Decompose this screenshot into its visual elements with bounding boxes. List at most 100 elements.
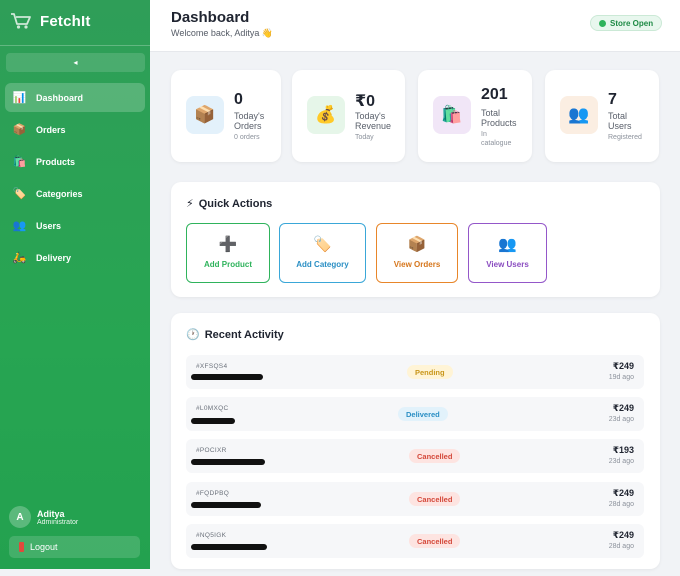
quick-actions-card: ⚡ Quick Actions ➕ Add Product 🏷️ Add Cat… xyxy=(171,182,660,297)
sidebar-item-label: Products xyxy=(36,156,76,167)
stat-label: Today's Orders xyxy=(234,111,265,131)
user-role: Administrator xyxy=(37,518,79,526)
sidebar-item-label: Orders xyxy=(36,124,66,135)
sidebar-item-label: Categories xyxy=(36,188,83,199)
user-name: Aditya xyxy=(37,508,65,519)
lightning-icon: ⚡ xyxy=(186,198,194,210)
sidebar-item-label: Dashboard xyxy=(36,92,84,103)
sidebar-item-users[interactable]: 👥 Users xyxy=(5,211,145,240)
chart-icon: 📊 xyxy=(12,92,27,104)
view-orders-button[interactable]: 📦 View Orders xyxy=(376,223,458,283)
order-id: #NQ5IGK xyxy=(196,532,227,539)
logout-label: Logout xyxy=(30,542,58,552)
sidebar-item-dashboard[interactable]: 📊 Dashboard xyxy=(5,83,145,112)
recent-activity-title: Recent Activity xyxy=(204,328,284,341)
box-icon: 📦 xyxy=(407,236,427,253)
table-row[interactable]: #FQDPBQ Cancelled ₹249 28d ago xyxy=(186,482,644,516)
recent-activity-card: 🕐 Recent Activity #XFSQS4 Pending ₹249 1… xyxy=(171,313,660,569)
shopping-bags-icon: 🛍️ xyxy=(433,96,471,134)
redaction-mark xyxy=(191,418,235,424)
redaction-mark xyxy=(191,502,261,508)
sidebar-divider xyxy=(0,45,150,46)
sidebar-item-label: Delivery xyxy=(36,252,72,263)
add-category-button[interactable]: 🏷️ Add Category xyxy=(279,223,366,283)
scooter-icon: 🛵 xyxy=(12,252,27,264)
status-badge: Cancelled xyxy=(409,492,461,506)
users-icon: 👥 xyxy=(12,220,27,232)
tag-icon: 🏷️ xyxy=(12,188,27,200)
quick-action-label: Add Category xyxy=(296,260,349,269)
order-id: #FQDPBQ xyxy=(196,490,230,497)
logout-button[interactable]: Logout xyxy=(9,536,140,558)
stat-note: 0 orders xyxy=(234,134,260,141)
stat-card-today-orders: 📦 0 Today's Orders 0 orders xyxy=(171,70,281,162)
cart-icon xyxy=(11,13,31,29)
stat-note: Today xyxy=(355,134,374,141)
brand[interactable]: FetchIt xyxy=(0,0,150,42)
brand-name: FetchIt xyxy=(40,12,91,30)
stat-note: Registered xyxy=(608,134,642,141)
stat-label: Total Products xyxy=(481,108,517,128)
user-profile: A Aditya Administrator xyxy=(9,506,78,528)
shopping-bags-icon: 🛍️ xyxy=(12,156,27,168)
order-amount: ₹249 xyxy=(612,488,634,498)
header: Dashboard Welcome back, Aditya 👋 Store O… xyxy=(150,0,680,52)
stat-label: Total Users xyxy=(608,111,632,131)
quick-actions-title: Quick Actions xyxy=(198,197,273,210)
order-time: 28d ago xyxy=(608,501,634,508)
order-time: 28d ago xyxy=(608,543,634,550)
page-title: Dashboard xyxy=(171,9,250,26)
sidebar-item-label: Users xyxy=(36,220,62,231)
sidebar-item-orders[interactable]: 📦 Orders xyxy=(5,115,145,144)
status-badge: Cancelled xyxy=(409,449,461,463)
stat-value: 201 xyxy=(481,86,508,103)
table-row[interactable]: #L0MXQC Delivered ₹249 23d ago xyxy=(186,397,644,431)
door-icon xyxy=(19,542,24,552)
order-time: 23d ago xyxy=(608,416,634,423)
tag-icon: 🏷️ xyxy=(313,236,332,253)
plus-icon: ➕ xyxy=(218,236,238,253)
order-amount: ₹249 xyxy=(612,361,634,371)
quick-action-label: View Orders xyxy=(393,260,441,269)
users-icon: 👥 xyxy=(560,96,598,134)
clock-icon: 🕐 xyxy=(186,329,200,341)
avatar: A xyxy=(9,506,31,528)
status-dot-icon xyxy=(599,19,606,27)
status-badge: Pending xyxy=(407,365,453,379)
money-bag-icon: 💰 xyxy=(307,96,345,134)
box-icon: 📦 xyxy=(12,124,27,136)
redaction-mark xyxy=(191,544,267,550)
section-title: 🕐 Recent Activity xyxy=(186,328,284,342)
stat-card-today-revenue: 💰 ₹0 Today's Revenue Today xyxy=(292,70,405,162)
welcome-text: Welcome back, Aditya 👋 xyxy=(171,28,274,38)
order-id: #XFSQS4 xyxy=(196,363,228,370)
users-icon: 👥 xyxy=(498,236,517,253)
table-row[interactable]: #XFSQS4 Pending ₹249 19d ago xyxy=(186,355,644,389)
sidebar: FetchIt ◂ 📊 Dashboard 📦 Orders 🛍️ Produc… xyxy=(0,0,150,569)
quick-action-label: View Users xyxy=(486,260,529,269)
sidebar-item-products[interactable]: 🛍️ Products xyxy=(5,147,145,176)
order-amount: ₹249 xyxy=(612,403,634,413)
store-status-badge[interactable]: Store Open xyxy=(590,15,663,31)
sidebar-item-delivery[interactable]: 🛵 Delivery xyxy=(5,243,145,272)
add-product-button[interactable]: ➕ Add Product xyxy=(186,223,270,283)
collapse-sidebar-button[interactable]: ◂ xyxy=(6,53,145,72)
order-id: #L0MXQC xyxy=(196,405,229,412)
sidebar-nav: 📊 Dashboard 📦 Orders 🛍️ Products 🏷️ Cate… xyxy=(5,83,145,275)
table-row[interactable]: #POCIXR Cancelled ₹193 23d ago xyxy=(186,439,644,473)
redaction-mark xyxy=(191,374,263,380)
order-amount: ₹193 xyxy=(612,445,634,455)
stat-value: 7 xyxy=(608,91,617,108)
order-time: 23d ago xyxy=(608,458,634,465)
stat-note: In catalogue xyxy=(481,131,512,147)
view-users-button[interactable]: 👥 View Users xyxy=(468,223,547,283)
table-row[interactable]: #NQ5IGK Cancelled ₹249 28d ago xyxy=(186,524,644,558)
sidebar-item-categories[interactable]: 🏷️ Categories xyxy=(5,179,145,208)
chevron-left-icon: ◂ xyxy=(73,58,78,67)
stat-label: Today's Revenue xyxy=(355,111,392,131)
quick-action-label: Add Product xyxy=(204,260,252,269)
stat-card-total-users: 👥 7 Total Users Registered xyxy=(545,70,659,162)
stat-value: 0 xyxy=(234,91,243,108)
stat-card-total-products: 🛍️ 201 Total Products In catalogue xyxy=(418,70,532,162)
status-badge: Cancelled xyxy=(409,534,461,548)
